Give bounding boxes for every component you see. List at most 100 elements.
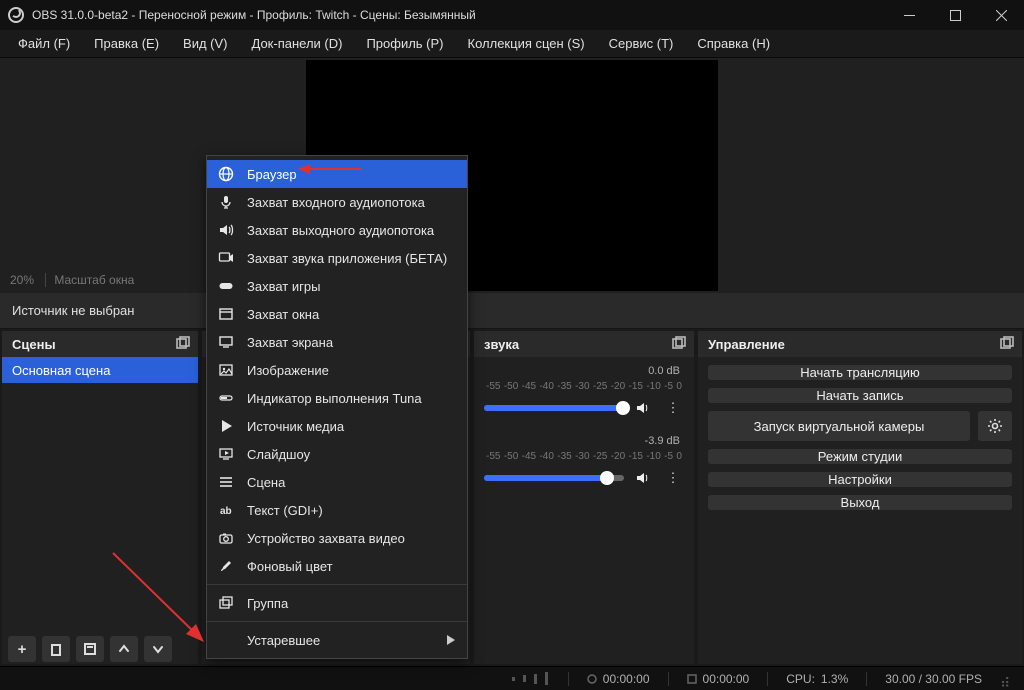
menubar: Файл (F) Правка (E) Вид (V) Док-панели (… xyxy=(0,30,1024,58)
titlebar: OBS 31.0.0-beta2 - Переносной режим - Пр… xyxy=(0,0,1024,30)
brush-icon xyxy=(217,558,235,574)
mute-button[interactable] xyxy=(632,467,654,489)
context-menu-label: Захват звука приложения (БЕТА) xyxy=(247,251,447,266)
context-menu-item[interactable]: Захват игры xyxy=(207,272,467,300)
context-menu-item[interactable]: Захват входного аудиопотока xyxy=(207,188,467,216)
move-scene-up-button[interactable] xyxy=(110,636,138,662)
mic-icon xyxy=(217,194,235,210)
context-menu-item[interactable]: Устройство захвата видео xyxy=(207,524,467,552)
start-record-button[interactable]: Начать запись xyxy=(708,388,1012,403)
mixer-channel: 0.0 dB -55-50-45-40-35-30-25-20-15-10-50… xyxy=(484,361,684,419)
menu-scenes[interactable]: Коллекция сцен (S) xyxy=(458,32,595,55)
menu-edit[interactable]: Правка (E) xyxy=(84,32,169,55)
context-menu-item[interactable]: ab Текст (GDI+) xyxy=(207,496,467,524)
context-menu-item[interactable]: Сцена xyxy=(207,468,467,496)
menu-help[interactable]: Справка (H) xyxy=(687,32,780,55)
mute-button[interactable] xyxy=(632,397,654,419)
speaker-icon xyxy=(217,222,235,238)
context-menu-item[interactable]: Захват выходного аудиопотока xyxy=(207,216,467,244)
context-menu-label: Устаревшее xyxy=(247,633,320,648)
obs-logo-icon xyxy=(8,7,24,23)
minimize-button[interactable] xyxy=(886,0,932,30)
popout-icon[interactable] xyxy=(1000,336,1016,352)
preview-info: 20% Масштаб окна xyxy=(10,273,134,287)
docks-row: Сцены Основная сцена + звука 0.0 dB xyxy=(0,329,1024,666)
scene-item[interactable]: Основная сцена xyxy=(2,357,198,383)
mixer-header[interactable]: звука xyxy=(474,331,694,357)
start-stream-button[interactable]: Начать трансляцию xyxy=(708,365,1012,380)
text-icon: ab xyxy=(217,502,235,518)
fps-counter: 30.00 / 30.00 FPS xyxy=(885,672,982,686)
controls-title: Управление xyxy=(708,337,785,352)
maximize-button[interactable] xyxy=(932,0,978,30)
context-menu-label: Изображение xyxy=(247,363,329,378)
preview-scale-label: Масштаб окна xyxy=(37,273,134,287)
channel-db: -3.9 dB xyxy=(645,435,680,447)
scene-icon xyxy=(217,474,235,490)
preview-area: 20% Масштаб окна xyxy=(0,58,1024,293)
scenes-title: Сцены xyxy=(12,337,56,352)
context-menu-label: Устройство захвата видео xyxy=(247,531,405,546)
settings-button[interactable]: Настройки xyxy=(708,472,1012,487)
controls-body: Начать трансляцию Начать запись Запуск в… xyxy=(698,357,1022,518)
volume-slider[interactable] xyxy=(484,405,624,411)
mixer-channel: -3.9 dB -55-50-45-40-35-30-25-20-15-10-5… xyxy=(484,431,684,489)
exit-button[interactable]: Выход xyxy=(708,495,1012,510)
context-menu-label: Текст (GDI+) xyxy=(247,503,323,518)
context-menu-separator xyxy=(207,621,467,622)
remove-scene-button[interactable] xyxy=(42,636,70,662)
close-button[interactable] xyxy=(978,0,1024,30)
volume-slider[interactable] xyxy=(484,475,624,481)
context-menu-label: Захват игры xyxy=(247,279,320,294)
menu-tools[interactable]: Сервис (T) xyxy=(599,32,684,55)
screen-icon xyxy=(217,334,235,350)
scene-filters-button[interactable] xyxy=(76,636,104,662)
channel-menu-button[interactable]: ⋮ xyxy=(662,397,684,419)
scenes-header[interactable]: Сцены xyxy=(2,331,198,357)
context-menu-label: Захват выходного аудиопотока xyxy=(247,223,434,238)
virtual-cam-settings-button[interactable] xyxy=(978,411,1012,441)
scenes-dock: Сцены Основная сцена + xyxy=(2,331,198,664)
context-menu-item[interactable]: Изображение xyxy=(207,356,467,384)
popout-icon[interactable] xyxy=(176,336,192,352)
context-menu-item[interactable]: Браузер xyxy=(207,160,467,188)
context-menu-item[interactable]: Захват экрана xyxy=(207,328,467,356)
context-menu-label: Индикатор выполнения Tuna xyxy=(247,391,422,406)
menu-view[interactable]: Вид (V) xyxy=(173,32,237,55)
context-menu-label: Захват окна xyxy=(247,307,319,322)
add-source-context-menu: БраузерЗахват входного аудиопотока Захват… xyxy=(206,155,468,659)
channel-menu-button[interactable]: ⋮ xyxy=(662,467,684,489)
context-menu-item[interactable]: Группа xyxy=(207,589,467,617)
controls-header[interactable]: Управление xyxy=(698,331,1022,357)
studio-mode-button[interactable]: Режим студии xyxy=(708,449,1012,464)
context-menu-item[interactable]: Захват звука приложения (БЕТА) xyxy=(207,244,467,272)
mixer-body: 0.0 dB -55-50-45-40-35-30-25-20-15-10-50… xyxy=(474,357,694,664)
resize-grip-icon[interactable] xyxy=(1000,672,1014,686)
window-title: OBS 31.0.0-beta2 - Переносной режим - Пр… xyxy=(32,8,886,22)
virtual-cam-button[interactable]: Запуск виртуальной камеры xyxy=(708,411,970,441)
menu-docks[interactable]: Док-панели (D) xyxy=(242,32,353,55)
popout-icon[interactable] xyxy=(672,336,688,352)
preview-viewport[interactable] xyxy=(0,58,1024,293)
meter-ticks: -55-50-45-40-35-30-25-20-15-10-50 xyxy=(484,451,684,465)
context-menu-label: Сцена xyxy=(247,475,285,490)
group-icon xyxy=(217,595,235,611)
context-menu-item[interactable]: Источник медиа xyxy=(207,412,467,440)
channel-db: 0.0 dB xyxy=(648,365,680,377)
no-source-bar: Источник не выбран xyxy=(0,293,1024,329)
context-menu-item[interactable]: Индикатор выполнения Tuna xyxy=(207,384,467,412)
context-menu-item[interactable]: Захват окна xyxy=(207,300,467,328)
add-scene-button[interactable]: + xyxy=(8,636,36,662)
context-menu-item[interactable]: Устаревшее xyxy=(207,626,467,654)
camera-icon xyxy=(217,530,235,546)
menu-profile[interactable]: Профиль (P) xyxy=(356,32,453,55)
submenu-arrow-icon xyxy=(447,633,455,648)
menu-file[interactable]: Файл (F) xyxy=(8,32,80,55)
svg-text:ab: ab xyxy=(220,506,232,517)
preview-zoom: 20% xyxy=(10,273,34,287)
globe-icon xyxy=(217,166,235,182)
context-menu-item[interactable]: Фоновый цвет xyxy=(207,552,467,580)
move-scene-down-button[interactable] xyxy=(144,636,172,662)
status-bar: 00:00:00 00:00:00 CPU:1.3% 30.00 / 30.00… xyxy=(0,666,1024,690)
context-menu-item[interactable]: Слайдшоу xyxy=(207,440,467,468)
